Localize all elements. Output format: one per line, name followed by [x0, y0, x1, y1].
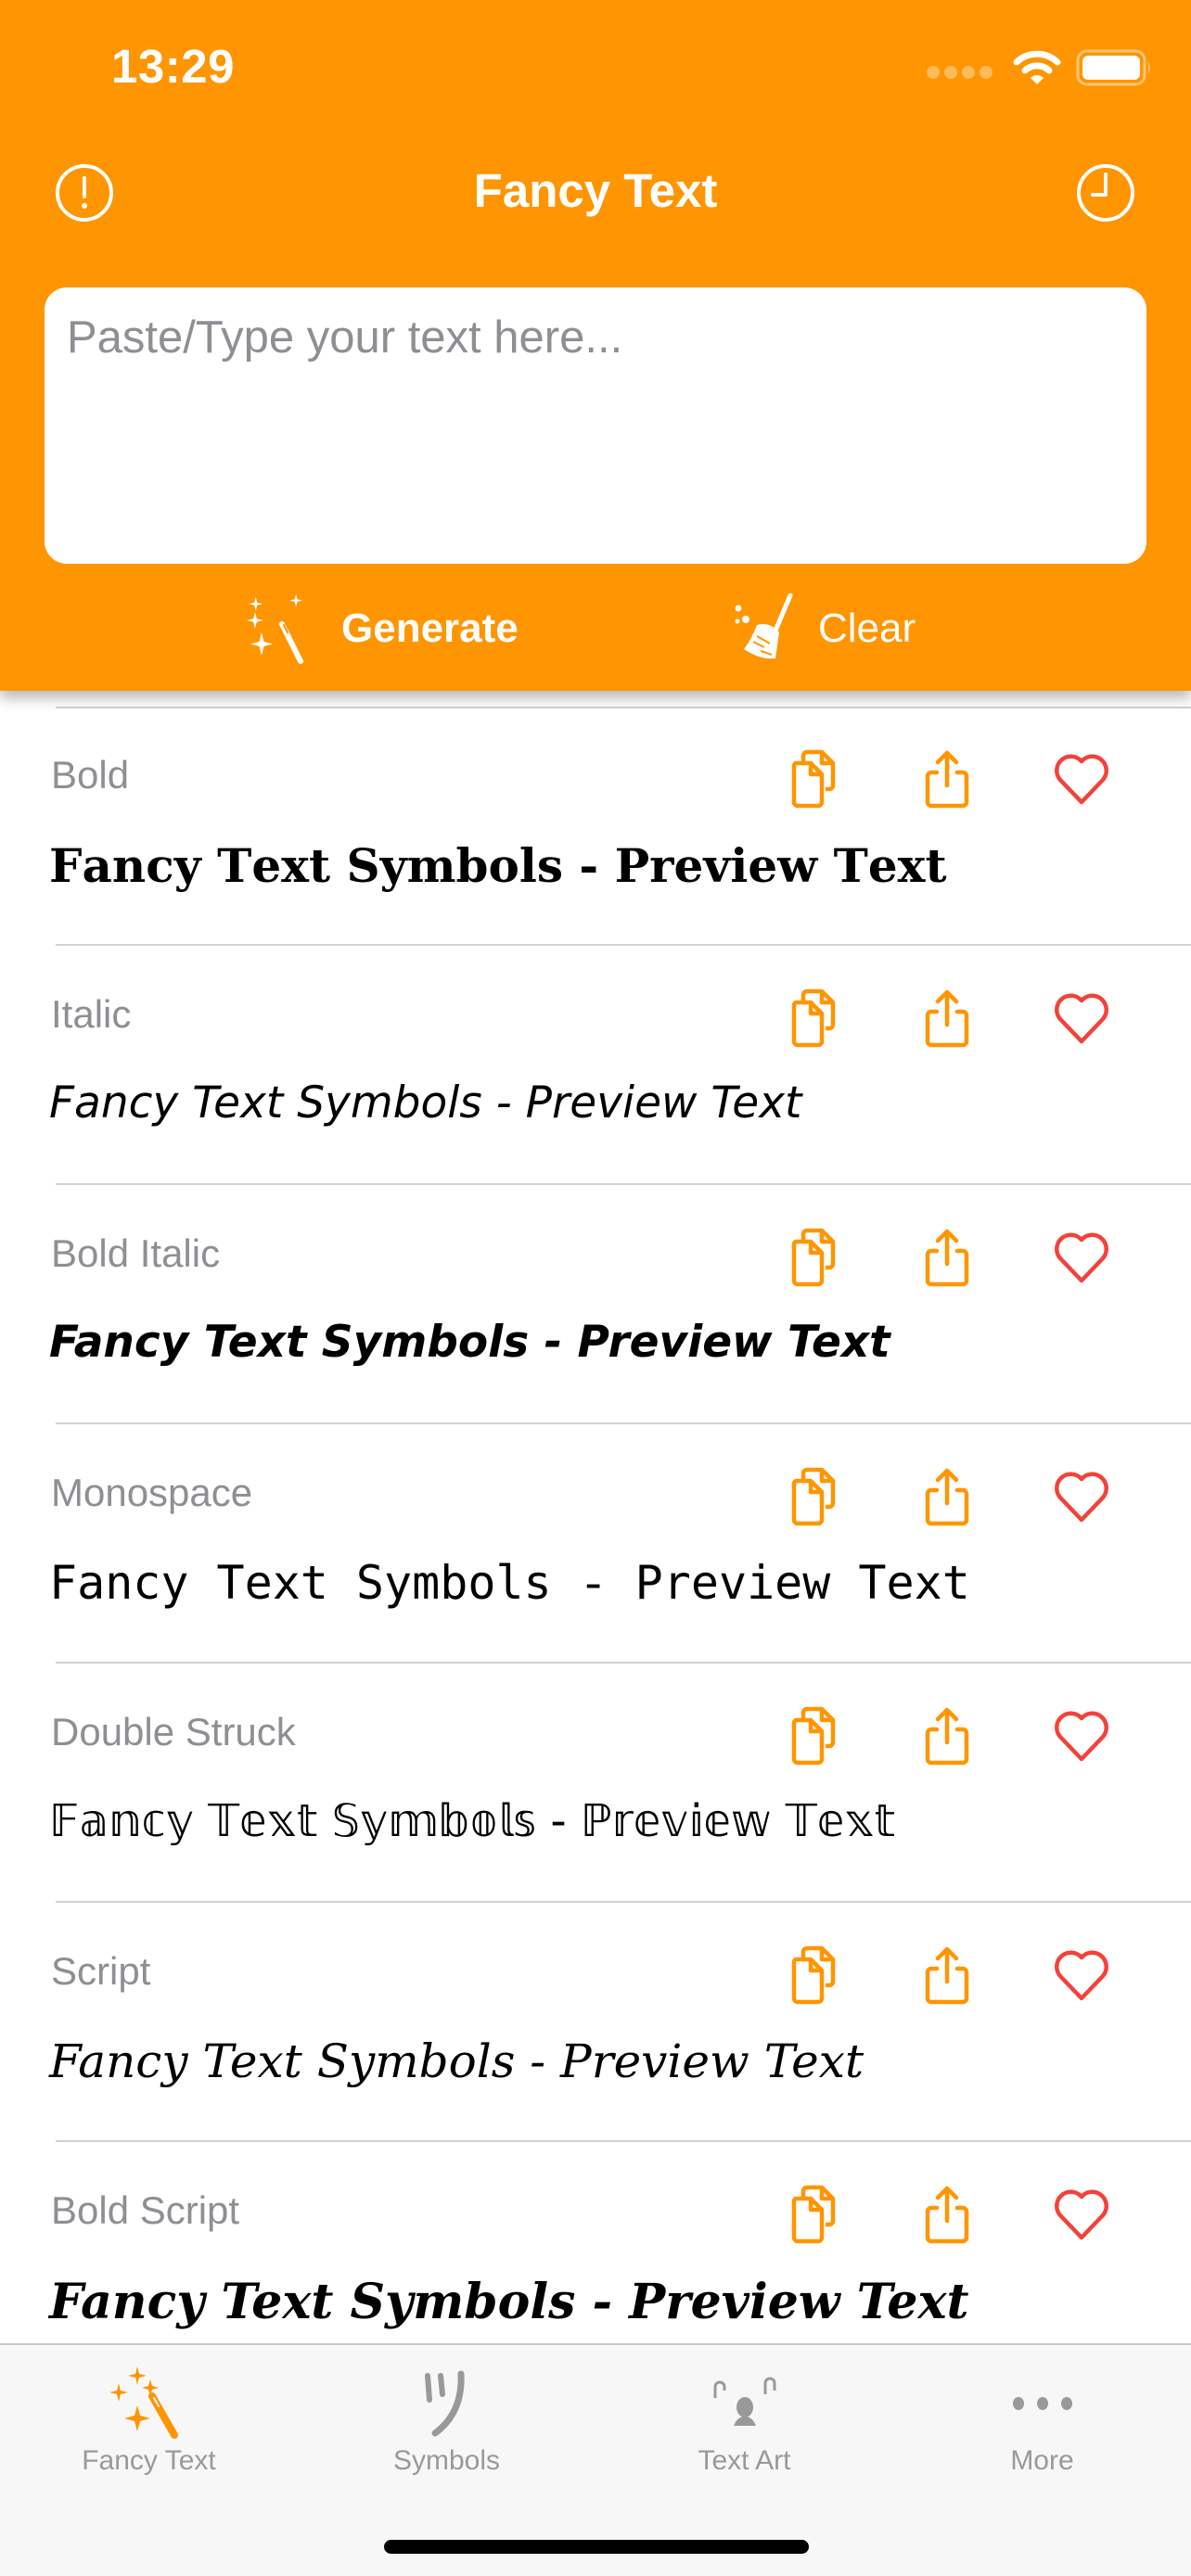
- tab-label: Symbols: [392, 2445, 501, 2476]
- share-button[interactable]: [910, 1220, 984, 1294]
- magic-wand-sparkles-icon: [247, 593, 303, 664]
- favorite-button[interactable]: [1044, 981, 1119, 1055]
- copy-button[interactable]: [777, 742, 852, 816]
- style-row[interactable]: Bold Italic Fancy Text Symbols - Preview…: [0, 1185, 1191, 1424]
- copy-button[interactable]: [777, 1460, 852, 1534]
- share-button[interactable]: [910, 1699, 984, 1773]
- style-preview: 𝐅𝐚𝐧𝐜𝐲 𝐓𝐞𝐱𝐭 𝐒𝐲𝐦𝐛𝐨𝐥𝐬 - 𝐏𝐫𝐞𝐯𝐢𝐞𝐰 𝐓𝐞𝐱𝐭: [49, 838, 947, 893]
- favorite-button[interactable]: [1044, 742, 1119, 816]
- clear-label: Clear: [818, 606, 916, 651]
- status-time: 13:29: [111, 40, 235, 93]
- copy-button[interactable]: [777, 1938, 852, 2012]
- heart-icon: [1055, 754, 1108, 805]
- favorite-button[interactable]: [1044, 1699, 1119, 1773]
- share-button[interactable]: [910, 1460, 984, 1534]
- header: 13:29 Fancy Text Paste/Type your text he…: [0, 0, 1191, 691]
- text-input-container: [45, 287, 1146, 564]
- style-row[interactable]: Script Fancy Text Symbols - Preview Text: [0, 1903, 1191, 2142]
- style-preview: Fancy Text Symbols - Preview Text: [49, 1317, 890, 1368]
- generate-button[interactable]: Generate: [247, 590, 519, 668]
- status-icons: [927, 45, 1154, 91]
- tab-text-art[interactable]: Text Art: [596, 2345, 893, 2493]
- copy-icon: [791, 749, 836, 809]
- style-name: Bold: [51, 753, 130, 797]
- battery-icon: [1076, 49, 1150, 86]
- style-preview: 𝙵𝚊𝚗𝚌𝚢 𝚃𝚎𝚡𝚝 𝚂𝚢𝚖𝚋𝚘𝚕𝚜 - 𝙿𝚛𝚎𝚟𝚒𝚎𝚠 𝚃𝚎𝚡𝚝: [49, 1561, 970, 1613]
- style-preview: Fancy Text Symbols - Preview Text: [49, 2034, 864, 2088]
- copy-icon: [791, 1706, 836, 1766]
- kaomoji-face-icon: [713, 2377, 775, 2426]
- copy-button[interactable]: [777, 1699, 852, 1773]
- share-icon: [925, 989, 969, 1048]
- ellipsis-icon: [1012, 2397, 1072, 2410]
- copy-icon: [791, 1228, 836, 1287]
- share-icon: [925, 2186, 969, 2244]
- clear-button[interactable]: Clear: [733, 590, 916, 668]
- generate-label: Generate: [341, 606, 519, 651]
- style-row[interactable]: Italic Fancy Text Symbols - Preview Text: [0, 946, 1191, 1185]
- style-name: Bold Italic: [51, 1231, 221, 1275]
- style-name: Italic: [51, 992, 132, 1036]
- text-input[interactable]: [45, 287, 1146, 564]
- style-preview: Fancy Text Symbols - Preview Text: [49, 1078, 802, 1129]
- favorite-button[interactable]: [1044, 1938, 1119, 2012]
- share-icon: [925, 1229, 969, 1287]
- page-title: Fancy Text: [473, 164, 718, 217]
- share-button[interactable]: [910, 981, 984, 1055]
- tab-label: More: [1010, 2445, 1074, 2476]
- heart-icon: [1055, 1950, 1108, 2001]
- style-preview: Fancy Text Symbols - Preview Text: [49, 2274, 969, 2330]
- copy-button[interactable]: [777, 2177, 852, 2251]
- tab-label: Fancy Text: [82, 2445, 216, 2476]
- share-button[interactable]: [910, 742, 984, 816]
- favorite-button[interactable]: [1044, 1220, 1119, 1294]
- share-icon: [925, 750, 969, 809]
- style-name: Bold Script: [51, 2188, 240, 2232]
- heart-icon: [1055, 993, 1108, 1044]
- style-row[interactable]: Monospace 𝙵𝚊𝚗𝚌𝚢 𝚃𝚎𝚡𝚝 𝚂𝚢𝚖𝚋𝚘𝚕𝚜 - 𝙿𝚛�: [0, 1424, 1191, 1664]
- tab-fancy-text[interactable]: Fancy Text: [0, 2345, 298, 2493]
- heart-icon: [1055, 1711, 1108, 1762]
- wifi-icon: [1013, 50, 1061, 84]
- heart-icon: [1055, 2189, 1108, 2240]
- history-button[interactable]: [1072, 159, 1139, 226]
- home-indicator[interactable]: [384, 2540, 809, 2554]
- cellular-signal-icon: [927, 66, 992, 79]
- action-row: Generate Clear: [0, 590, 1191, 668]
- share-button[interactable]: [910, 2177, 984, 2251]
- style-name: Double Struck: [51, 1710, 296, 1753]
- favorite-button[interactable]: [1044, 1460, 1119, 1534]
- style-preview: 𝔽𝕒𝕟𝕔𝕪 𝕋𝕖𝕩𝕥 𝕊𝕪𝕞𝕓𝕠𝕝𝕤 - ℙ𝕣𝕖𝕧𝕚𝕖𝕨 𝕋𝕖𝕩𝕥: [49, 1795, 896, 1847]
- broom-icon: [735, 593, 793, 659]
- copy-icon: [791, 1945, 836, 2005]
- tab-symbols[interactable]: Symbols: [298, 2345, 596, 2493]
- magic-wand-sparkles-icon: [109, 2366, 178, 2439]
- heart-icon: [1055, 1232, 1108, 1283]
- history-clock-icon: [1077, 164, 1134, 222]
- style-row[interactable]: Double Struck 𝔽𝕒𝕟𝕔𝕪 𝕋𝕖𝕩𝕥 𝕊𝕪𝕞𝕓𝕠𝕝𝕤 - ℙ𝕣𝕖𝕧𝕚…: [0, 1664, 1191, 1903]
- style-name: Monospace: [51, 1471, 253, 1514]
- tab-label: Text Art: [698, 2445, 791, 2476]
- katakana-tsu-icon: [424, 2370, 465, 2437]
- copy-icon: [791, 1467, 836, 1526]
- share-button[interactable]: [910, 1938, 984, 2012]
- copy-icon: [791, 2185, 836, 2244]
- style-row[interactable]: Bold 𝐅𝐚𝐧𝐜𝐲 𝐓𝐞𝐱𝐭 𝐒𝐲𝐦𝐛𝐨𝐥𝐬 - 𝐏𝐫𝐞𝐯𝐢𝐞𝐰 𝐓𝐞𝐱𝐭: [0, 707, 1191, 946]
- copy-button[interactable]: [777, 981, 852, 1055]
- heart-icon: [1055, 1472, 1108, 1523]
- share-icon: [925, 1946, 969, 2005]
- style-name: Script: [51, 1949, 151, 1993]
- tab-more[interactable]: More: [893, 2345, 1191, 2493]
- copy-icon: [791, 988, 836, 1048]
- favorite-button[interactable]: [1044, 2177, 1119, 2251]
- share-icon: [925, 1707, 969, 1766]
- copy-button[interactable]: [777, 1220, 852, 1294]
- share-icon: [925, 1468, 969, 1526]
